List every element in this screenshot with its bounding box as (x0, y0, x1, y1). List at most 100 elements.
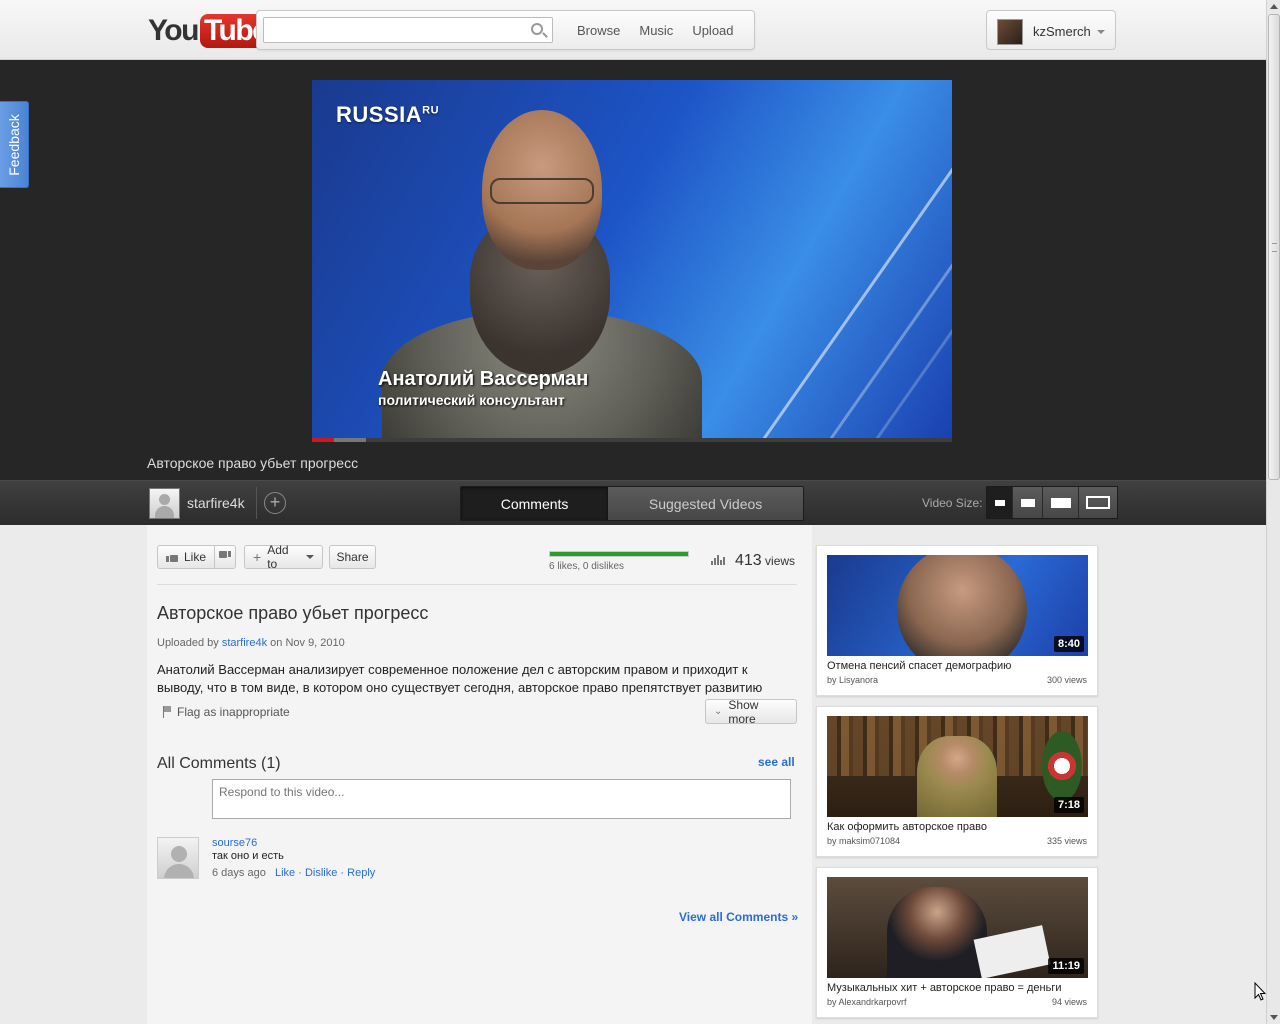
related-video-thumbnail[interactable]: 8:40 (827, 555, 1088, 656)
nav-browse-link[interactable]: Browse (577, 23, 620, 38)
plus-icon: + (253, 549, 262, 565)
user-avatar (997, 19, 1023, 45)
stats-bar (720, 560, 722, 565)
size-large-icon (1050, 497, 1071, 508)
comment-avatar[interactable] (157, 837, 199, 879)
stats-icon[interactable] (711, 555, 725, 565)
view-count: 413 views (735, 552, 795, 570)
tab-comments[interactable]: Comments (461, 487, 609, 520)
size-large-button[interactable] (1043, 487, 1079, 518)
related-video-thumbnail[interactable]: 7:18 (827, 716, 1088, 817)
like-button[interactable]: Like (157, 545, 215, 569)
size-small-button[interactable] (987, 487, 1013, 518)
comments-heading: All Comments (1) (157, 755, 281, 772)
share-button[interactable]: Share (329, 545, 376, 569)
video-channel-logo: RUSSIARU (336, 102, 439, 128)
related-video-author: by Lisyanora (827, 675, 879, 685)
comment-text: так оно и есть (212, 850, 284, 862)
search-bar: Browse Music Upload (256, 10, 755, 50)
like-label: Like (183, 550, 206, 564)
upload-date: on Nov 9, 2010 (270, 637, 345, 649)
size-medium-button[interactable] (1013, 487, 1043, 518)
like-ratio-fill (550, 552, 688, 556)
chevron-down-icon (306, 555, 314, 559)
video-duration: 8:40 (1053, 636, 1084, 652)
thumbnail-figure (897, 555, 1027, 656)
view-count-number: 413 (735, 552, 762, 569)
related-video-views: 94 views (1051, 997, 1087, 1007)
related-video-title[interactable]: Музыкальных хит + авторское право = день… (827, 982, 1087, 994)
nav-music-link[interactable]: Music (639, 23, 673, 38)
subscribe-button[interactable]: + (256, 487, 291, 519)
stats-bar (711, 561, 713, 565)
show-more-button[interactable]: ⌄ Show more (705, 697, 797, 726)
video-description: Анатолий Вассерман анализирует современн… (157, 662, 763, 695)
chevron-down-icon (1097, 30, 1105, 34)
add-to-label: Add to (267, 543, 289, 571)
youtube-logo[interactable]: You Tube (148, 14, 272, 48)
thumbnail-flowers (1042, 731, 1082, 801)
username: kzSmerch (1033, 24, 1091, 39)
feedback-label: Feedback (6, 114, 22, 176)
background-streak (760, 80, 952, 440)
scrollbar-thumb[interactable] (1268, 14, 1280, 480)
video-progress-bar[interactable] (312, 438, 952, 442)
thumbs-up-icon (166, 552, 178, 562)
video-caption-role: политический консультант (378, 392, 565, 408)
related-video-title[interactable]: Как оформить авторское право (827, 821, 1087, 833)
dislike-button[interactable] (214, 545, 236, 569)
view-all-comments-link[interactable]: View all Comments » (679, 910, 798, 924)
feedback-tab[interactable]: Feedback (0, 101, 29, 188)
person-glasses (490, 178, 594, 204)
share-label: Share (336, 550, 369, 564)
thumbnail-figure (887, 887, 987, 978)
comment-reply-link[interactable]: Reply (347, 867, 375, 879)
search-input[interactable] (263, 17, 553, 43)
comment-input[interactable] (212, 779, 791, 819)
uploader-name-link[interactable]: starfire4k (187, 495, 245, 511)
size-fullscreen-button[interactable] (1079, 487, 1117, 518)
nav-upload-link[interactable]: Upload (692, 23, 733, 38)
related-video-title[interactable]: Отмена пенсий спасет демографию (827, 660, 1087, 672)
uploader-avatar[interactable] (149, 488, 180, 519)
like-ratio-bar (549, 551, 689, 557)
player-video-title: Авторское право убьет прогресс (147, 455, 359, 471)
uploader-link[interactable]: starfire4k (222, 637, 267, 649)
related-video-card[interactable]: 8:40 Отмена пенсий спасет демографию by … (816, 545, 1098, 696)
scroll-up-arrow-icon[interactable] (1270, 4, 1278, 9)
video-caption-name: Анатолий Вассерман (378, 368, 589, 390)
double-chevron-down-icon: ⌄ (714, 706, 723, 717)
progress-played (312, 438, 334, 442)
size-small-icon (994, 499, 1005, 506)
show-more-label: Show more (728, 697, 759, 726)
view-count-label: views (765, 554, 796, 568)
search-icon[interactable] (531, 23, 543, 35)
masthead: You Tube Browse Music Upload kzSmerch (0, 0, 1266, 60)
comment-dislike-link[interactable]: Dislike (305, 867, 337, 879)
add-to-button[interactable]: + Add to (244, 543, 323, 571)
player-area: RUSSIARU Анатолий Вассерман политический… (0, 60, 1266, 480)
page-scrollbar[interactable] (1266, 0, 1280, 1024)
related-video-views: 300 views (1046, 675, 1087, 685)
thumbs-down-icon (219, 551, 231, 563)
related-video-card[interactable]: 7:18 Как оформить авторское право by mak… (816, 706, 1098, 857)
scroll-down-arrow-icon[interactable] (1270, 1015, 1278, 1020)
comment-like-link[interactable]: Like (275, 867, 295, 879)
fullscreen-icon (1086, 496, 1110, 509)
tab-suggested-videos[interactable]: Suggested Videos (608, 487, 803, 520)
video-player[interactable]: RUSSIARU Анатолий Вассерман политический… (312, 80, 952, 440)
flag-icon (163, 706, 172, 718)
user-menu-button[interactable]: kzSmerch (986, 10, 1116, 50)
stats-bar (717, 555, 719, 565)
channel-logo-text: RUSSIA (336, 102, 423, 127)
upload-info: Uploaded by starfire4k on Nov 9, 2010 (157, 637, 345, 649)
related-video-card[interactable]: 11:19 Музыкальных хит + авторское право … (816, 867, 1098, 1018)
comment-author-link[interactable]: sourse76 (212, 837, 257, 849)
action-row: Like + Add to Share 6 likes, 0 dislikes … (157, 543, 797, 585)
related-video-thumbnail[interactable]: 11:19 (827, 877, 1088, 978)
related-video-views: 335 views (1046, 836, 1087, 846)
comment-meta: 6 days ago Like · Dislike · Reply (212, 867, 376, 879)
stats-bar (723, 557, 725, 565)
flag-button[interactable]: Flag as inappropriate (163, 705, 290, 719)
see-all-link[interactable]: see all (758, 755, 795, 769)
